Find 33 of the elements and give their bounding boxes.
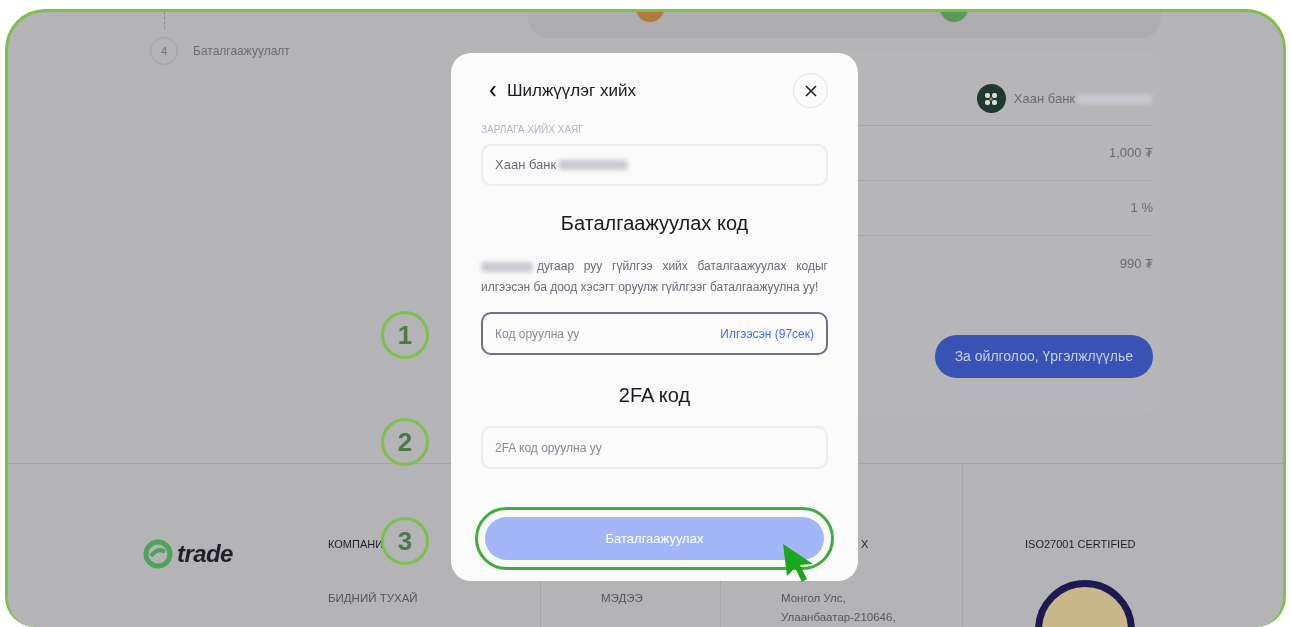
step-label: Баталгаажуулалт <box>193 43 290 60</box>
bank-name: Хаан банк <box>1013 89 1075 108</box>
logo-text: trade <box>177 539 233 569</box>
address-line: Монгол Улс, <box>781 591 846 606</box>
section-heading: Баталгаажуулах код <box>559 211 750 236</box>
summary-value: 990 ₮ <box>1119 254 1153 273</box>
close-icon <box>804 84 817 97</box>
step-annotation: 3 <box>381 517 429 565</box>
summary-value: 1 % <box>1130 199 1153 218</box>
back-icon[interactable] <box>489 84 497 97</box>
continue-button[interactable]: За ойлголоо, Үргэлжлүүлье <box>934 335 1153 378</box>
dialog-title: Шилжүүлэг хийх <box>507 79 636 102</box>
section-heading: 2FA код <box>617 383 692 408</box>
footer-heading: X <box>861 537 869 552</box>
footer-link[interactable]: МЭДЭЭ <box>601 590 643 606</box>
resend-timer[interactable]: Илгээсэн (97сек) <box>720 324 814 343</box>
step-annotation: 2 <box>381 418 429 466</box>
address-line: Улаанбаатар-210646, <box>781 610 896 625</box>
address-field[interactable]: Хаан банк <box>481 144 828 186</box>
summary-value: 1,000 ₮ <box>1108 144 1153 163</box>
code-input[interactable]: Код оруулна уу <box>495 324 721 343</box>
cursor-icon <box>781 542 815 584</box>
redacted-text <box>558 160 629 170</box>
footer-heading: КОМПАНИ <box>328 537 384 552</box>
logo-icon <box>143 539 173 569</box>
twofa-field[interactable]: 2FA код оруулна уу <box>481 426 828 469</box>
footer-heading: ISO27001 CERTIFIED <box>1025 537 1136 552</box>
instruction-text: дугаар руу гүйлгээ хийх баталгаажуулах кодыг илгээсэн ба доод хэсэгт оруулж гүйлгээг баталгаажуулна уу! <box>481 258 828 296</box>
step-annotation: 1 <box>381 311 429 359</box>
field-label: ЗАРЛАГА ХИЙХ ХАЯГ <box>481 122 585 137</box>
footer-link[interactable]: БИДНИЙ ТУХАЙ <box>328 590 418 606</box>
bank-logo-icon <box>976 84 1006 113</box>
code-field[interactable]: Код оруулна уу Илгээсэн (97сек) <box>481 312 828 355</box>
